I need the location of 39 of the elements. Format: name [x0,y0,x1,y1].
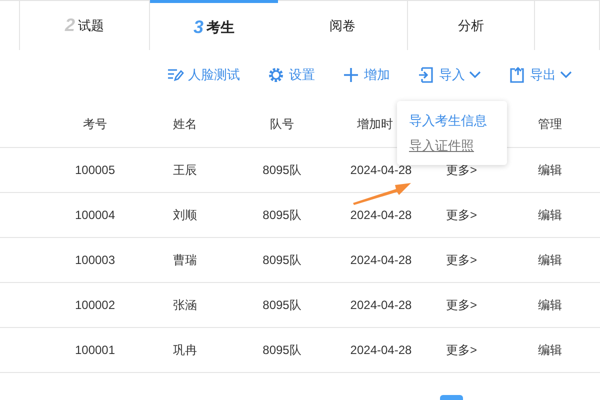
edit-link[interactable]: 编辑 [538,206,562,224]
table-cell-text: 巩冉 [173,342,197,359]
menu-item[interactable]: 导入证件照 [409,136,474,156]
table-cell-text: 2024-04-28 [350,252,412,269]
more-link[interactable]: 更多> [446,296,478,314]
table-cell-text: 8095队 [262,297,302,314]
more-link[interactable]: 更多> [446,161,478,179]
tab[interactable]: 阅卷 [278,0,408,50]
table-cell-text: 刘顺 [173,207,197,224]
table-cell-text: 8095队 [262,207,302,224]
table-cell-text: 曹瑞 [173,252,197,269]
table-cell-text: 2024-04-28 [350,297,412,314]
column-header: 姓名 [173,116,197,132]
edit-link[interactable]: 编辑 [538,251,562,269]
column-header: 管理 [538,116,562,132]
table-cell-text: 8095队 [262,342,302,359]
tab[interactable]: 3 考生 [150,0,278,51]
table-cell-text: 100005 [74,162,116,179]
more-link[interactable]: 更多> [446,341,478,359]
table-cell-text: 8095队 [262,162,302,179]
table-cell-text: 张涵 [173,297,197,314]
table-cell-text: 2024-04-28 [350,342,412,359]
column-header: 增加时 [357,116,393,132]
table-cell-text: 2024-04-28 [350,207,412,224]
table-cell-text: 100003 [74,252,116,269]
table-cell-text: 100001 [74,342,116,359]
table-cell-text: 2024-04-28 [350,162,412,179]
more-link[interactable]: 更多> [446,251,478,269]
more-link[interactable]: 更多> [446,206,478,224]
edit-link[interactable]: 编辑 [538,161,562,179]
tab[interactable]: 分析 [408,0,535,50]
column-header: 考号 [83,116,107,132]
table-cell-text: 100002 [74,297,116,314]
column-header: 队号 [270,116,294,132]
table-cell-text: 8095队 [262,252,302,269]
edit-link[interactable]: 编辑 [538,296,562,314]
table-cell-text: 100004 [74,207,116,224]
edit-link[interactable]: 编辑 [538,341,562,359]
table-cell-text: 王辰 [173,162,197,179]
